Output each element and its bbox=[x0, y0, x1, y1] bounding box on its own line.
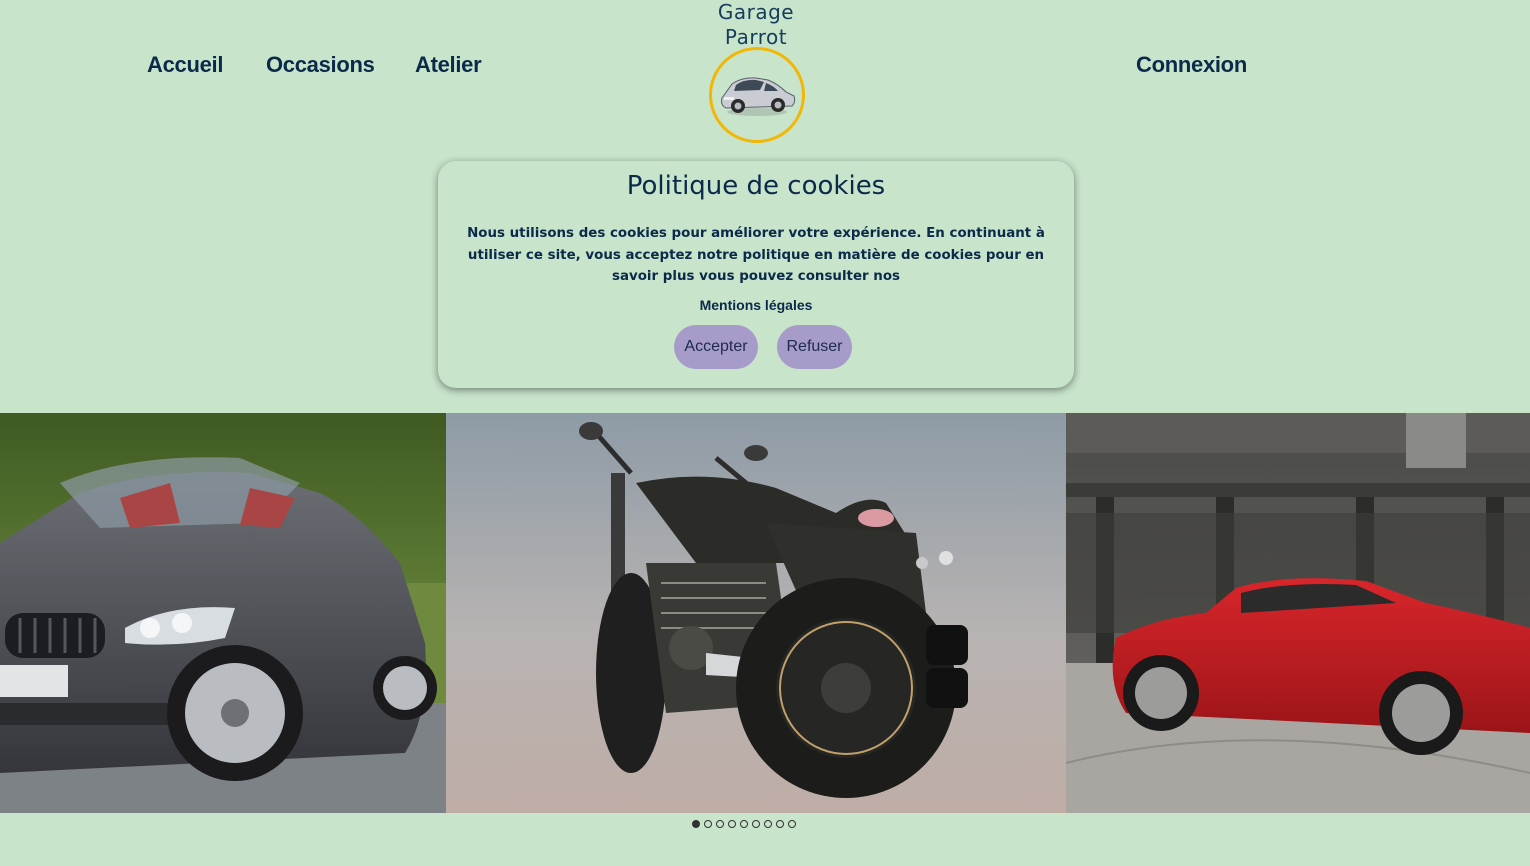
carousel-dot-4[interactable] bbox=[728, 820, 736, 828]
legal-notice-link[interactable]: Mentions légales bbox=[438, 297, 1074, 313]
nav-login-link[interactable]: Connexion bbox=[1136, 52, 1247, 78]
cookie-consent-dialog: Politique de cookies Nous utilisons des … bbox=[438, 161, 1074, 388]
logo-car-icon[interactable] bbox=[709, 47, 805, 143]
carousel-dot-5[interactable] bbox=[740, 820, 748, 828]
image-carousel[interactable] bbox=[0, 413, 1530, 813]
carousel-slide-motorcycle bbox=[446, 413, 1066, 813]
nav-workshop-link[interactable]: Atelier bbox=[415, 52, 482, 78]
carousel-dot-7[interactable] bbox=[764, 820, 772, 828]
nav-home-link[interactable]: Accueil bbox=[147, 52, 223, 78]
carousel-dot-1[interactable] bbox=[692, 820, 700, 828]
carousel-dot-6[interactable] bbox=[752, 820, 760, 828]
cookie-description: Nous utilisons des cookies pour améliore… bbox=[467, 226, 1045, 284]
brand-name: Garage Parrot bbox=[690, 0, 822, 50]
brand-line-1: Garage bbox=[717, 0, 795, 24]
refuse-cookies-button[interactable]: Refuser bbox=[777, 325, 852, 369]
carousel-slide-roadster bbox=[0, 413, 446, 813]
cookie-title: Politique de cookies bbox=[626, 171, 886, 201]
page: Accueil Occasions Atelier Connexion Gara… bbox=[0, 0, 1530, 866]
carousel-slide-red-coupe bbox=[1066, 413, 1530, 813]
carousel-indicators bbox=[692, 820, 796, 832]
carousel-dot-3[interactable] bbox=[716, 820, 724, 828]
nav-used-cars-link[interactable]: Occasions bbox=[266, 52, 375, 78]
carousel-dot-2[interactable] bbox=[704, 820, 712, 828]
carousel-dot-9[interactable] bbox=[788, 820, 796, 828]
accept-cookies-button[interactable]: Accepter bbox=[674, 325, 758, 369]
carousel-dot-8[interactable] bbox=[776, 820, 784, 828]
